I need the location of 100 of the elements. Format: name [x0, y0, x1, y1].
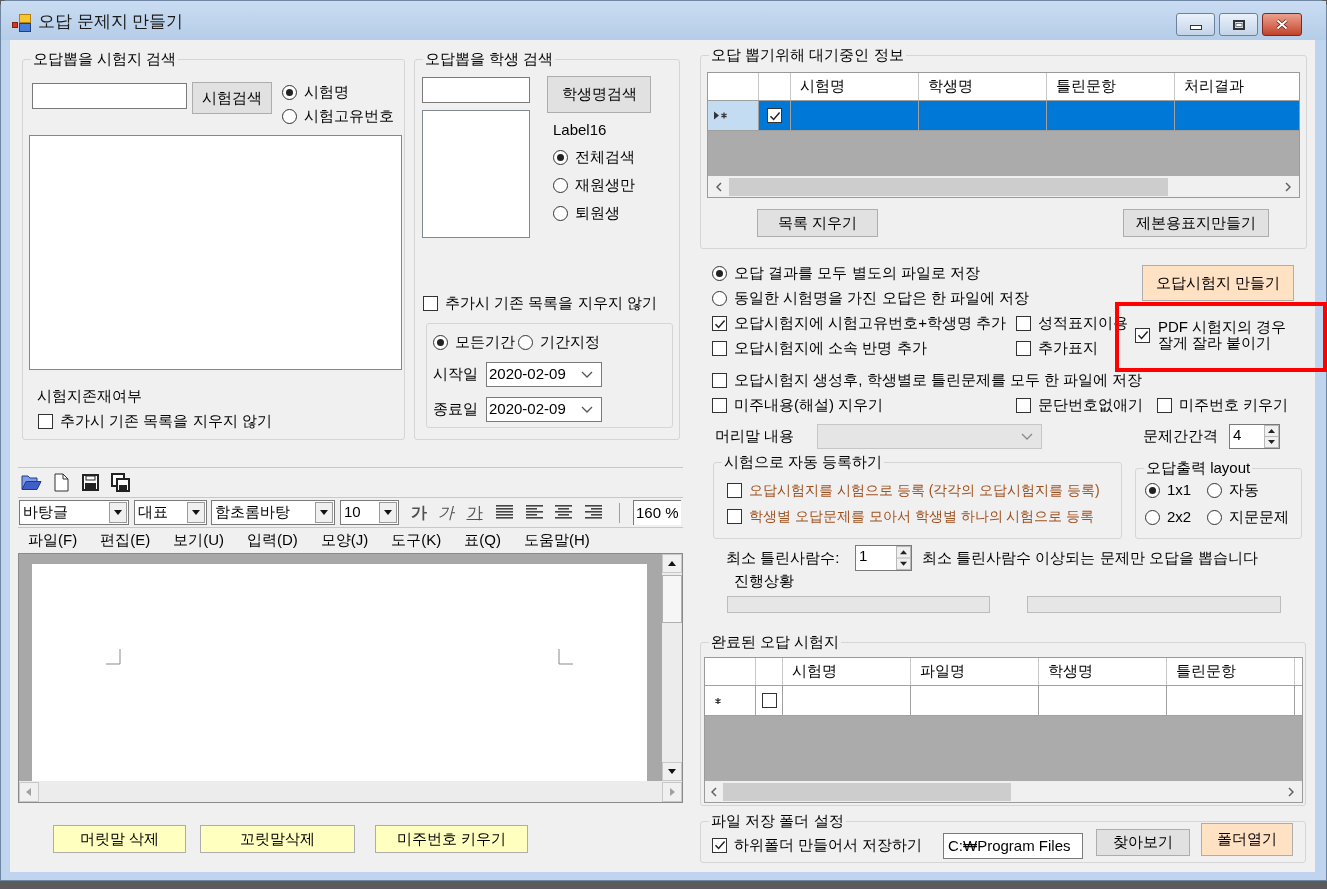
spin-arrows-icon[interactable] — [1264, 424, 1279, 448]
search-button[interactable]: 학생명검색 — [547, 76, 651, 113]
horizontal-scrollbar[interactable] — [705, 781, 1302, 802]
search-field[interactable] — [32, 83, 187, 109]
zoom-field[interactable]: 160 % — [633, 500, 681, 525]
menu-item[interactable]: 표(Q) — [464, 529, 501, 552]
vertical-scrollbar[interactable] — [662, 554, 682, 781]
maximize-button[interactable] — [1219, 13, 1258, 36]
radio-button[interactable] — [1207, 482, 1222, 498]
bold-button[interactable]: 가 — [410, 501, 427, 524]
checkbox[interactable] — [712, 341, 727, 356]
column-header[interactable]: 학생명 — [1039, 658, 1167, 685]
chevron-right-icon[interactable] — [1285, 181, 1291, 192]
radio-button[interactable] — [553, 205, 568, 221]
radio-button[interactable] — [282, 84, 297, 100]
menu-item[interactable]: 편집(E) — [100, 529, 151, 552]
spin-arrows-icon[interactable] — [896, 546, 911, 570]
close-button[interactable] — [1262, 13, 1302, 36]
arrow-down-icon[interactable] — [662, 762, 682, 781]
chevron-left-icon[interactable] — [711, 786, 717, 797]
save-icon[interactable] — [82, 474, 99, 491]
column-header[interactable]: 학생명 — [919, 73, 1047, 100]
checkbox[interactable] — [423, 295, 438, 311]
clear-list-button[interactable]: 목록 지우기 — [757, 209, 878, 237]
column-header[interactable]: 처리결과 — [1175, 73, 1299, 100]
horizontal-scrollbar[interactable] — [708, 176, 1299, 197]
editor-action-button[interactable]: 미주번호 키우기 — [375, 825, 528, 853]
dropdown-field[interactable]: 대표 — [134, 500, 207, 525]
radio-button[interactable] — [433, 334, 448, 350]
radio-button[interactable] — [1145, 482, 1160, 498]
menu-item[interactable]: 도움말(H) — [524, 529, 590, 552]
menu-item[interactable]: 도구(K) — [391, 529, 442, 552]
checkbox[interactable] — [727, 509, 742, 524]
open-folder-icon[interactable] — [21, 474, 42, 491]
column-header[interactable]: 파일명 — [911, 658, 1039, 685]
path-field[interactable]: C:₩Program Files — [943, 833, 1083, 859]
checkbox[interactable] — [1016, 316, 1031, 331]
date-field[interactable]: 2020-02-09 — [486, 397, 602, 422]
radio-button[interactable] — [282, 108, 297, 124]
new-document-icon[interactable] — [54, 473, 69, 492]
chevron-down-icon[interactable] — [581, 371, 593, 378]
menu-item[interactable]: 입력(D) — [247, 529, 298, 552]
scroll-thumb[interactable] — [729, 177, 1168, 196]
number-field[interactable]: 4 — [1229, 423, 1280, 449]
checkbox[interactable] — [1016, 398, 1031, 413]
align-justify-icon[interactable] — [496, 505, 513, 520]
scroll-thumb[interactable] — [723, 782, 1011, 801]
column-header[interactable]: 틀린문항 — [1047, 73, 1175, 100]
chevron-right-icon[interactable] — [1288, 786, 1294, 797]
save-all-icon[interactable] — [111, 473, 130, 492]
checkbox[interactable] — [727, 482, 742, 498]
checkbox[interactable] — [1016, 341, 1031, 356]
radio-button[interactable] — [518, 334, 533, 350]
date-field[interactable]: 2020-02-09 — [486, 362, 602, 387]
arrow-up-icon[interactable] — [662, 554, 682, 573]
checkbox[interactable] — [767, 108, 782, 123]
italic-button[interactable]: 가 — [437, 501, 454, 524]
radio-button[interactable] — [712, 291, 727, 306]
number-field[interactable]: 1 — [855, 545, 912, 571]
underline-button[interactable]: 가 — [466, 501, 483, 524]
checkbox[interactable] — [38, 413, 53, 429]
radio-button[interactable] — [1207, 509, 1222, 525]
checkbox[interactable] — [1135, 327, 1150, 343]
chevron-down-icon[interactable] — [581, 406, 593, 413]
student-list[interactable] — [422, 110, 530, 238]
checkbox[interactable] — [761, 693, 777, 708]
column-header[interactable]: 시험명 — [783, 658, 911, 685]
search-field[interactable] — [422, 77, 530, 103]
dropdown-field[interactable]: 10 — [340, 500, 399, 525]
checkbox[interactable] — [1157, 398, 1172, 413]
checkbox[interactable] — [712, 398, 727, 413]
radio-button[interactable] — [1145, 509, 1160, 525]
align-right-icon[interactable] — [585, 505, 602, 520]
dropdown-field[interactable]: 바탕글 — [19, 500, 129, 525]
section-label: 시험지존재여부 — [37, 387, 143, 405]
radio-button[interactable] — [712, 266, 727, 281]
checkbox[interactable] — [712, 373, 727, 388]
editor-action-button[interactable]: 머릿말 삭제 — [53, 825, 186, 853]
minimize-button[interactable] — [1176, 13, 1215, 36]
menu-item[interactable]: 보기(U) — [173, 529, 224, 552]
cover-button[interactable]: 제본용표지만들기 — [1123, 209, 1269, 237]
chevron-left-icon[interactable] — [716, 181, 722, 192]
scroll-thumb[interactable] — [662, 575, 682, 623]
align-left-icon[interactable] — [526, 505, 543, 520]
checkbox-label: 문단번호없애기 — [1038, 395, 1143, 416]
column-header[interactable]: 틀린문항 — [1167, 658, 1295, 685]
browse-button[interactable]: 찾아보기 — [1096, 829, 1190, 856]
align-center-icon[interactable] — [555, 505, 572, 520]
checkbox[interactable] — [712, 837, 727, 853]
editor-action-button[interactable]: 꼬릿말삭제 — [200, 825, 355, 853]
dropdown-field[interactable]: 함초롬바탕 — [211, 500, 335, 525]
open-folder-button[interactable]: 폴더열기 — [1201, 823, 1293, 856]
column-header[interactable]: 시험명 — [791, 73, 919, 100]
search-button[interactable]: 시험검색 — [192, 82, 272, 114]
menu-item[interactable]: 파일(F) — [28, 529, 78, 552]
menu-item[interactable]: 모양(J) — [320, 529, 369, 552]
checkbox[interactable] — [712, 316, 727, 331]
radio-button[interactable] — [553, 149, 568, 165]
radio-button[interactable] — [553, 177, 568, 193]
create-button[interactable]: 오답시험지 만들기 — [1142, 265, 1294, 301]
